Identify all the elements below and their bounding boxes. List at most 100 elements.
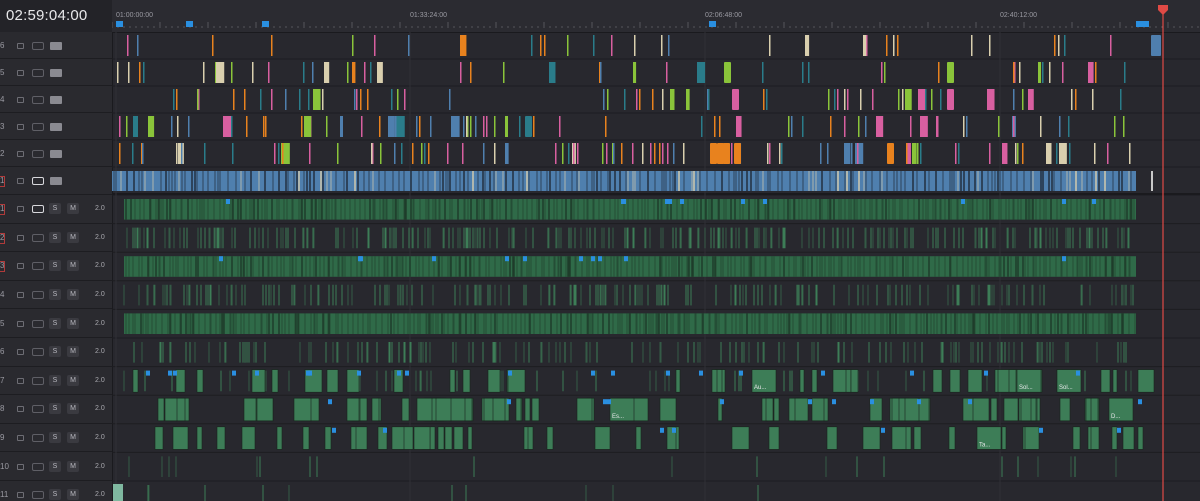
video-clip[interactable] [181, 143, 183, 164]
lock-icon[interactable] [17, 150, 24, 157]
audio-clip[interactable] [524, 397, 531, 422]
video-clip[interactable] [734, 143, 741, 164]
audio-track-header-a2[interactable]: 2 S M 2.0 [0, 224, 112, 253]
video-clip[interactable] [602, 143, 604, 164]
video-clip[interactable] [364, 62, 366, 83]
video-clip[interactable] [1114, 116, 1116, 137]
video-clip[interactable] [834, 89, 836, 110]
clip-marker[interactable] [579, 256, 583, 262]
video-clip[interactable] [788, 116, 790, 137]
track-visibility-icon[interactable] [50, 41, 62, 50]
audio-clip[interactable] [157, 397, 165, 422]
timeline-marker[interactable] [262, 21, 269, 27]
video-clip[interactable] [263, 116, 265, 137]
video-clip[interactable] [475, 116, 477, 137]
video-clip[interactable] [781, 143, 783, 164]
clip-marker[interactable] [832, 399, 836, 405]
video-clip[interactable] [367, 89, 369, 110]
video-clip[interactable] [767, 143, 769, 164]
video-clip[interactable] [377, 62, 383, 83]
clip-marker[interactable] [666, 370, 670, 376]
destination-marker[interactable] [0, 261, 5, 273]
clip-marker[interactable] [739, 370, 743, 376]
audio-clip[interactable] [371, 397, 380, 422]
clip-marker[interactable] [146, 370, 150, 376]
video-clip-v1-tail[interactable] [1151, 171, 1153, 191]
video-clip[interactable] [802, 116, 804, 137]
video-clip[interactable] [917, 143, 919, 164]
video-clip[interactable] [388, 116, 395, 137]
video-clip[interactable] [710, 143, 717, 164]
video-clip[interactable] [1054, 35, 1056, 56]
video-clip[interactable] [940, 89, 942, 110]
clip-marker[interactable] [507, 399, 511, 405]
video-clip[interactable] [562, 143, 564, 164]
video-clip[interactable] [416, 116, 418, 137]
lock-icon[interactable] [17, 349, 24, 356]
video-clip[interactable] [912, 143, 917, 164]
video-clip[interactable] [462, 143, 464, 164]
video-clip[interactable] [397, 89, 399, 110]
audio-clip[interactable] [794, 397, 809, 422]
video-clip[interactable] [486, 116, 488, 137]
video-clip[interactable] [1056, 143, 1058, 164]
video-clip[interactable] [1013, 62, 1015, 83]
video-clip[interactable] [132, 143, 134, 164]
video-clip[interactable] [212, 35, 214, 56]
video-clip[interactable] [1022, 143, 1024, 164]
track-visibility-icon[interactable] [50, 177, 62, 185]
video-clip[interactable] [404, 89, 406, 110]
video-clip[interactable] [1013, 116, 1015, 137]
audio-clip[interactable] [1024, 426, 1040, 450]
audio-track-header-a3[interactable]: 3 S M 2.0 [0, 252, 112, 281]
video-clip[interactable] [763, 89, 765, 110]
video-clip[interactable] [769, 143, 771, 164]
audio-clip[interactable] [132, 369, 139, 393]
video-clip[interactable] [233, 89, 235, 110]
video-clip[interactable] [252, 62, 254, 83]
video-clip[interactable] [731, 143, 733, 164]
destination-marker[interactable] [0, 232, 5, 244]
clip-marker[interactable] [383, 427, 387, 433]
video-clip[interactable] [642, 143, 644, 164]
solo-button[interactable]: S [49, 489, 61, 501]
clip-marker[interactable] [332, 427, 336, 433]
video-clip[interactable] [223, 116, 232, 137]
audio-clip[interactable] [711, 369, 718, 393]
auto-select-icon[interactable] [32, 319, 44, 328]
audio-clip[interactable] [862, 426, 881, 450]
audio-clip[interactable] [799, 369, 805, 393]
auto-select-icon[interactable] [32, 205, 44, 214]
track-visibility-icon[interactable] [50, 149, 62, 158]
auto-select-icon[interactable] [32, 177, 44, 185]
clip-marker[interactable] [591, 256, 595, 262]
video-clip[interactable] [308, 89, 310, 110]
video-clip[interactable] [451, 116, 460, 137]
audio-clip[interactable] [1072, 426, 1081, 450]
video-clip[interactable] [470, 116, 472, 137]
video-clip[interactable] [176, 89, 178, 110]
mute-button[interactable]: M [67, 374, 79, 386]
clip-marker[interactable] [168, 370, 172, 376]
lock-icon[interactable] [17, 406, 24, 413]
timeline-marker[interactable] [709, 21, 716, 27]
video-clip[interactable] [1075, 89, 1077, 110]
clip-marker[interactable] [1092, 199, 1096, 204]
timeline-marker[interactable] [1142, 21, 1149, 27]
solo-button[interactable]: S [49, 317, 61, 329]
audio-clip[interactable] [449, 397, 467, 422]
clip-marker[interactable] [611, 370, 615, 376]
video-clip[interactable] [947, 62, 954, 83]
audio-track-header-a6[interactable]: 6 S M 2.0 [0, 338, 112, 367]
video-clip[interactable] [119, 116, 121, 137]
video-clip[interactable] [271, 35, 273, 56]
video-clip[interactable] [463, 116, 465, 137]
video-clip[interactable] [424, 143, 426, 164]
video-clip[interactable] [119, 143, 121, 164]
audio-clip[interactable] [196, 426, 203, 450]
clip-marker[interactable] [961, 199, 965, 204]
video-clip[interactable] [947, 89, 954, 110]
video-clip[interactable] [204, 143, 206, 164]
video-clip[interactable] [723, 143, 730, 164]
video-clip[interactable] [197, 89, 199, 110]
